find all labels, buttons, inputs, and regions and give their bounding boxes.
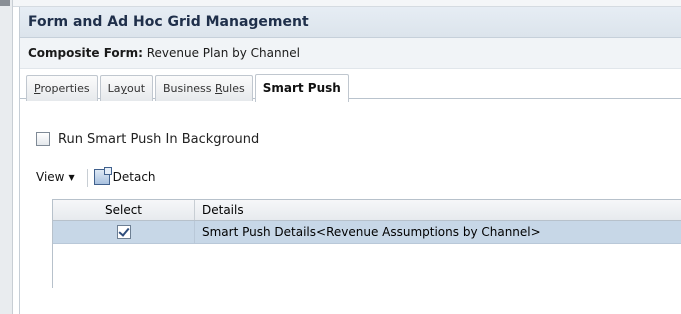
- view-menu-button[interactable]: View ▼: [32, 164, 83, 192]
- table-row[interactable]: Smart Push Details<Revenue Assumptions b…: [53, 221, 681, 244]
- tab-layout[interactable]: Layout: [99, 75, 154, 101]
- tab-bar: Properties Layout Business Rules Smart Push: [20, 69, 681, 102]
- detach-button[interactable]: Detach: [93, 164, 156, 190]
- composite-form-label: Composite Form:: [28, 46, 143, 60]
- composite-form-name: Revenue Plan by Channel: [146, 46, 300, 60]
- view-label: View: [36, 170, 65, 184]
- column-header-select[interactable]: Select: [53, 200, 195, 220]
- tab-smart-push[interactable]: Smart Push: [254, 74, 349, 102]
- tab-business-rules[interactable]: Business Rules: [155, 75, 253, 101]
- detach-label: Detach: [112, 170, 156, 184]
- grid-toolbar: View ▼ Detach: [32, 164, 156, 190]
- run-in-background-option[interactable]: Run Smart Push In Background: [36, 131, 259, 149]
- run-in-background-label: Run Smart Push In Background: [58, 132, 260, 147]
- row-select-checkbox[interactable]: [116, 225, 131, 239]
- chevron-down-icon: ▼: [68, 173, 75, 182]
- row-details-cell: Smart Push Details<Revenue Assumptions b…: [202, 225, 541, 239]
- outer-left-frame: [0, 0, 13, 314]
- panel-title: Form and Ad Hoc Grid Management: [20, 7, 681, 38]
- composite-form-line: Composite Form: Revenue Plan by Channel: [20, 38, 681, 69]
- row-select-cell: [53, 221, 195, 243]
- run-in-background-checkbox[interactable]: [36, 132, 50, 146]
- column-header-details[interactable]: Details: [195, 200, 681, 220]
- frame-tick: [0, 0, 10, 6]
- grid-header-row: Select Details: [53, 200, 681, 221]
- tab-properties[interactable]: Properties: [26, 75, 98, 101]
- detach-icon: [93, 166, 112, 185]
- toolbar-separator: [86, 168, 88, 187]
- outer-top-frame: [13, 0, 681, 7]
- smart-push-grid: Select Details Smart Push Details<Revenu…: [52, 199, 681, 288]
